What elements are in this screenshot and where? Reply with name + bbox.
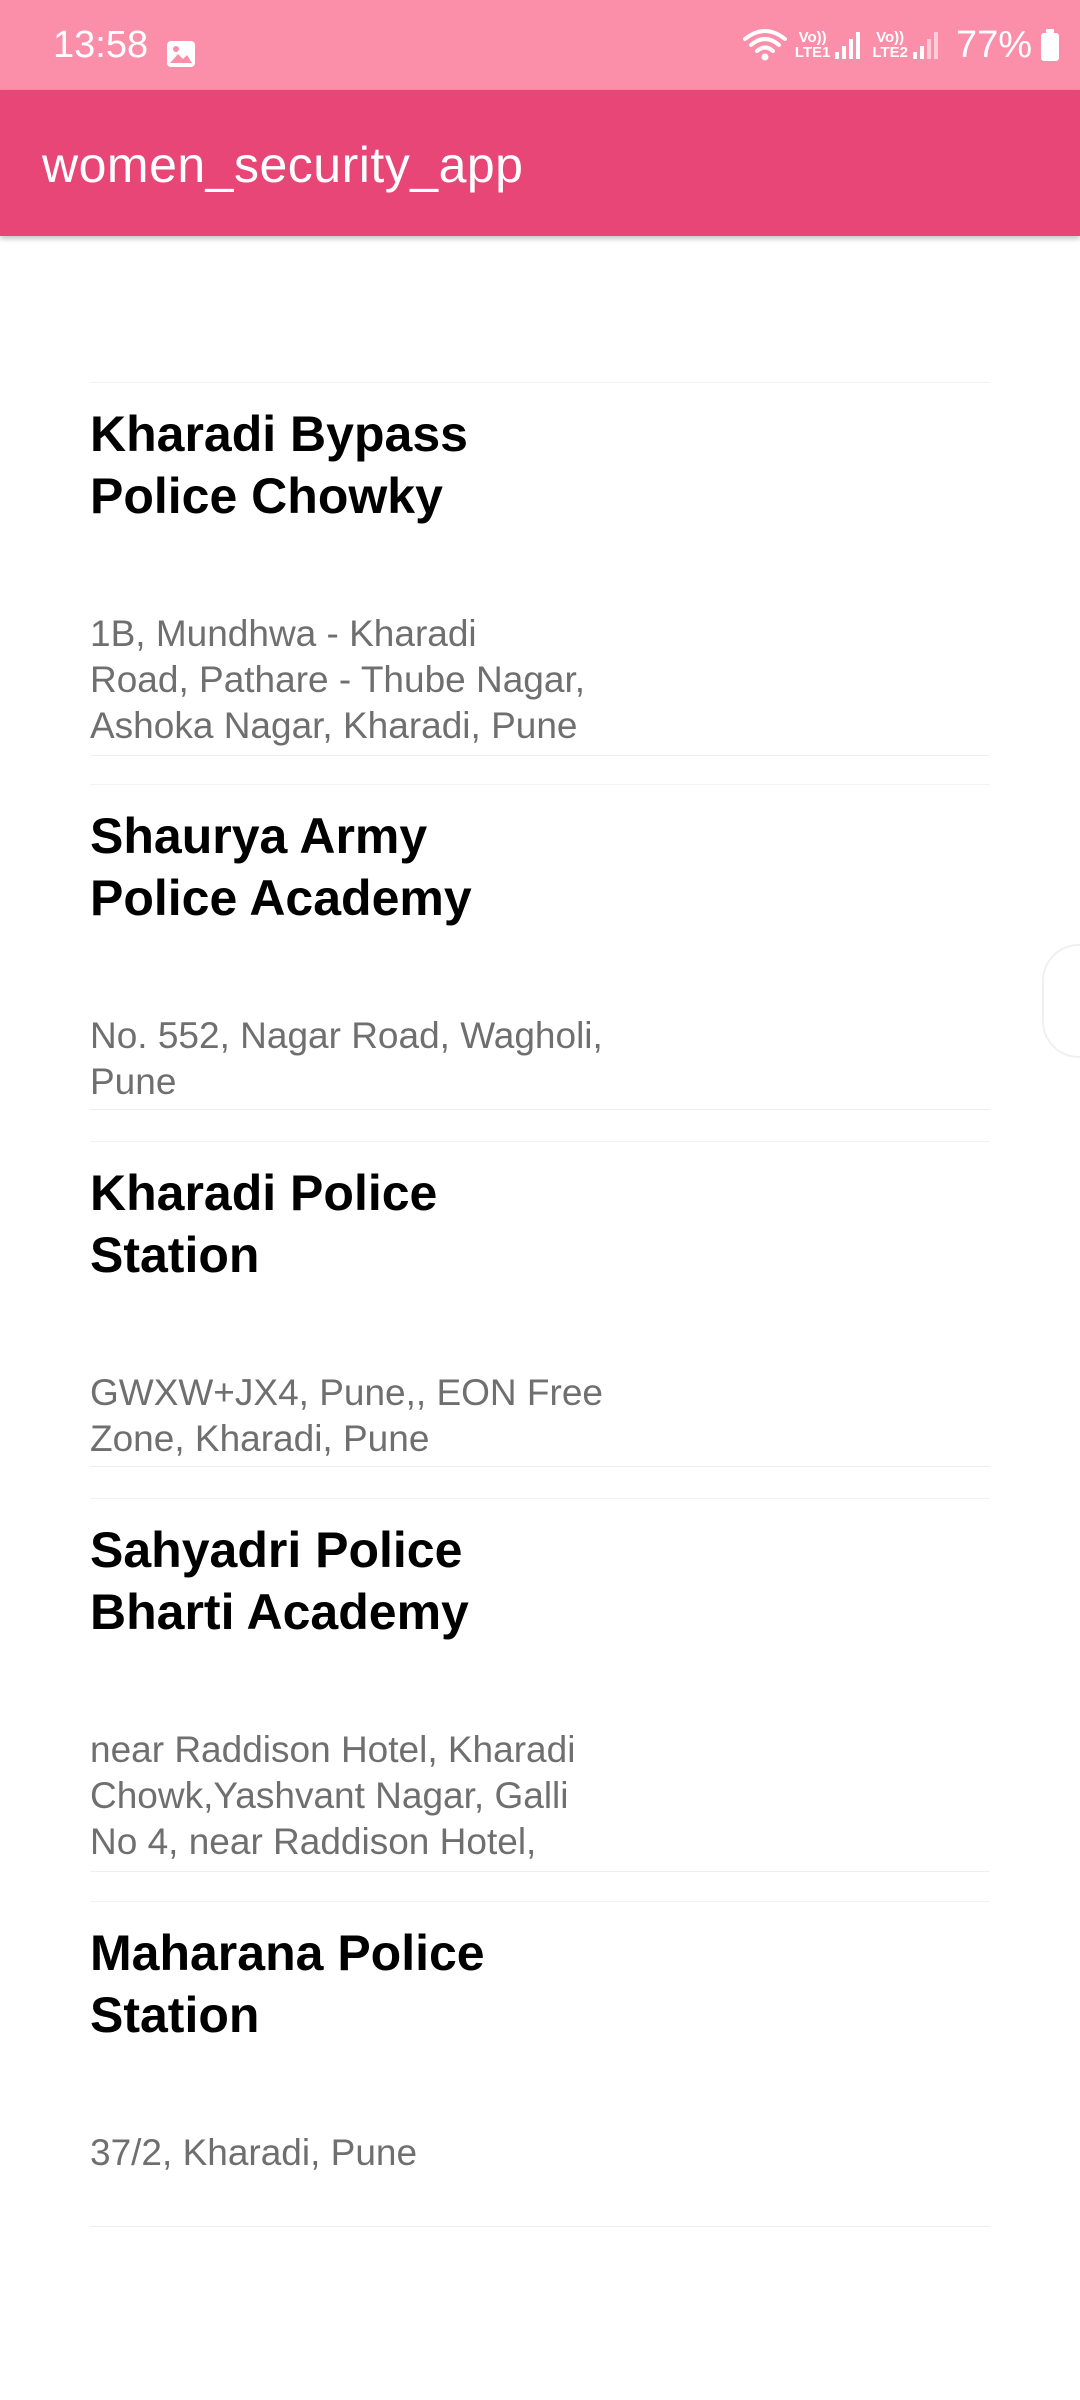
sim1-signal: Vo)) LTE1 xyxy=(795,30,865,60)
station-name: Kharadi Bypass Police Chowky xyxy=(90,406,468,524)
status-time: 13:58 xyxy=(53,24,149,66)
list-item[interactable]: Shaurya Army Police Academy No. 552, Nag… xyxy=(90,784,990,1110)
wifi-icon xyxy=(742,29,787,61)
status-icons: Vo)) LTE1 Vo)) LTE2 77% xyxy=(742,22,1060,68)
app-bar: women_security_app xyxy=(0,90,1080,236)
station-address: No. 552, Nagar Road, Wagholi, Pune xyxy=(90,1015,603,1102)
signal-icon xyxy=(912,32,938,59)
station-name: Maharana Police Station xyxy=(90,1925,485,2043)
sim2-lte: LTE2 xyxy=(872,44,908,61)
battery-icon xyxy=(1041,29,1059,61)
sim2-label: Vo)) LTE2 xyxy=(872,30,908,60)
station-address: 1B, Mundhwa - Kharadi Road, Pathare - Th… xyxy=(90,613,586,746)
list-item[interactable]: Kharadi Police Station GWXW+JX4, Pune,, … xyxy=(90,1141,990,1467)
sim1-lte: LTE1 xyxy=(794,44,831,61)
status-bar: 13:58 Vo)) LTE1 Vo)) LTE2 77% xyxy=(0,0,1080,90)
list-item[interactable]: Maharana Police Station 37/2, Kharadi, P… xyxy=(90,1901,990,2227)
station-address: 37/2, Kharadi, Pune xyxy=(90,2132,418,2173)
battery-percentage: 77% xyxy=(955,24,1032,66)
edge-panel-handle[interactable] xyxy=(1042,944,1080,1058)
image-icon xyxy=(167,41,195,67)
sim1-label: Vo)) LTE1 xyxy=(795,30,831,60)
station-name: Shaurya Army Police Academy xyxy=(90,808,472,926)
sim1-volte: Vo)) xyxy=(798,29,827,46)
app-title: women_security_app xyxy=(42,137,524,193)
station-address: GWXW+JX4, Pune,, EON Free Zone, Kharadi,… xyxy=(90,1372,604,1459)
list-item[interactable]: Kharadi Bypass Police Chowky 1B, Mundhwa… xyxy=(90,382,990,756)
list-item[interactable]: Sahyadri Police Bharti Academy near Radd… xyxy=(90,1498,990,1872)
station-name: Kharadi Police Station xyxy=(90,1165,438,1283)
signal-icon xyxy=(835,32,861,59)
sim2-signal: Vo)) LTE2 xyxy=(872,30,942,60)
sim2-volte: Vo)) xyxy=(876,29,905,46)
station-name: Sahyadri Police Bharti Academy xyxy=(90,1522,469,1640)
station-address: near Raddison Hotel, Kharadi Chowk,Yashv… xyxy=(90,1729,576,1862)
